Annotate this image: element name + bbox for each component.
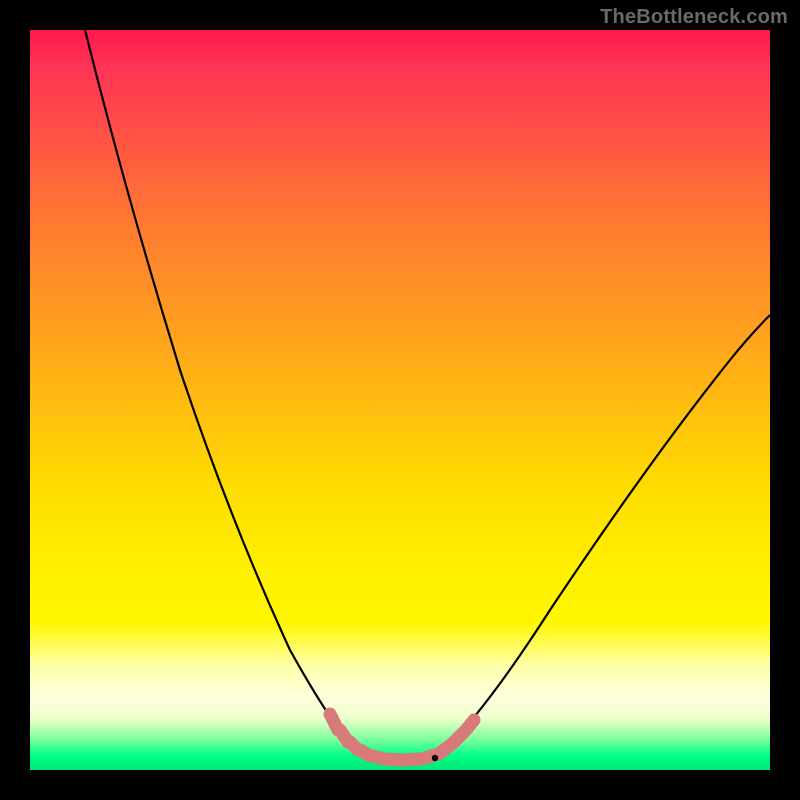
left-curve-line [85, 30, 378, 758]
watermark-text: TheBottleneck.com [600, 6, 788, 29]
pink-markers-floor [385, 759, 420, 760]
pink-markers-right [425, 720, 474, 758]
chart-svg [30, 30, 770, 770]
pink-markers-left [330, 714, 385, 759]
right-curve-line [435, 315, 770, 758]
valley-min-dot [432, 755, 438, 761]
